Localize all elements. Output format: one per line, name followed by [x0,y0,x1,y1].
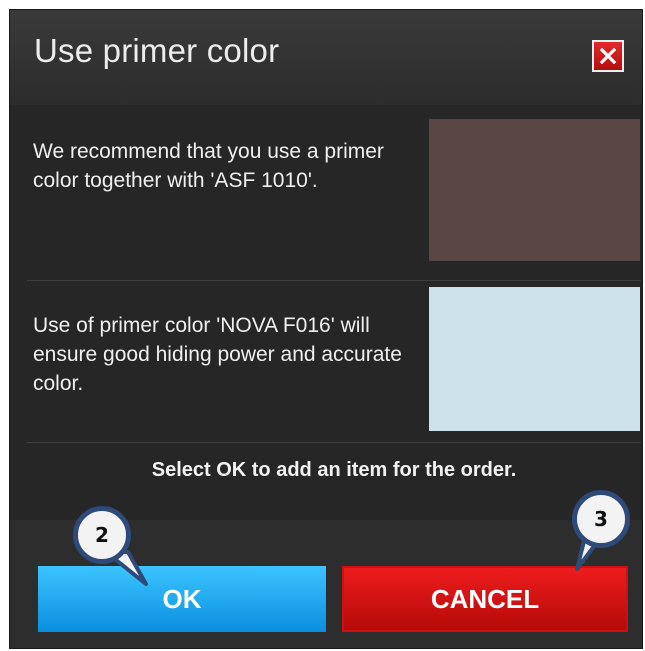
cancel-button[interactable]: CANCEL [342,566,628,632]
recommendation-text: Use of primer color 'NOVA F016' will ens… [33,314,402,395]
color-swatch-asf-1010 [429,119,640,261]
divider [27,442,641,443]
callout-badge-ok: 2 [73,506,131,564]
instruction-text: Select OK to add an item for the order. [151,459,517,481]
recommendation-text: We recommend that you use a primer color… [33,140,384,192]
dialog-title-bar: Use primer color [10,10,642,105]
close-icon [599,47,617,65]
recommendation-row-nova: Use of primer color 'NOVA F016' will ens… [27,277,642,445]
callout-badge-cancel: 3 [572,490,630,548]
recommendation-row-asf: We recommend that you use a primer color… [27,115,642,273]
color-swatch-nova-f016 [429,287,640,431]
dialog-title: Use primer color [34,32,280,69]
ok-button[interactable]: OK [38,566,326,632]
close-button[interactable] [592,40,624,72]
